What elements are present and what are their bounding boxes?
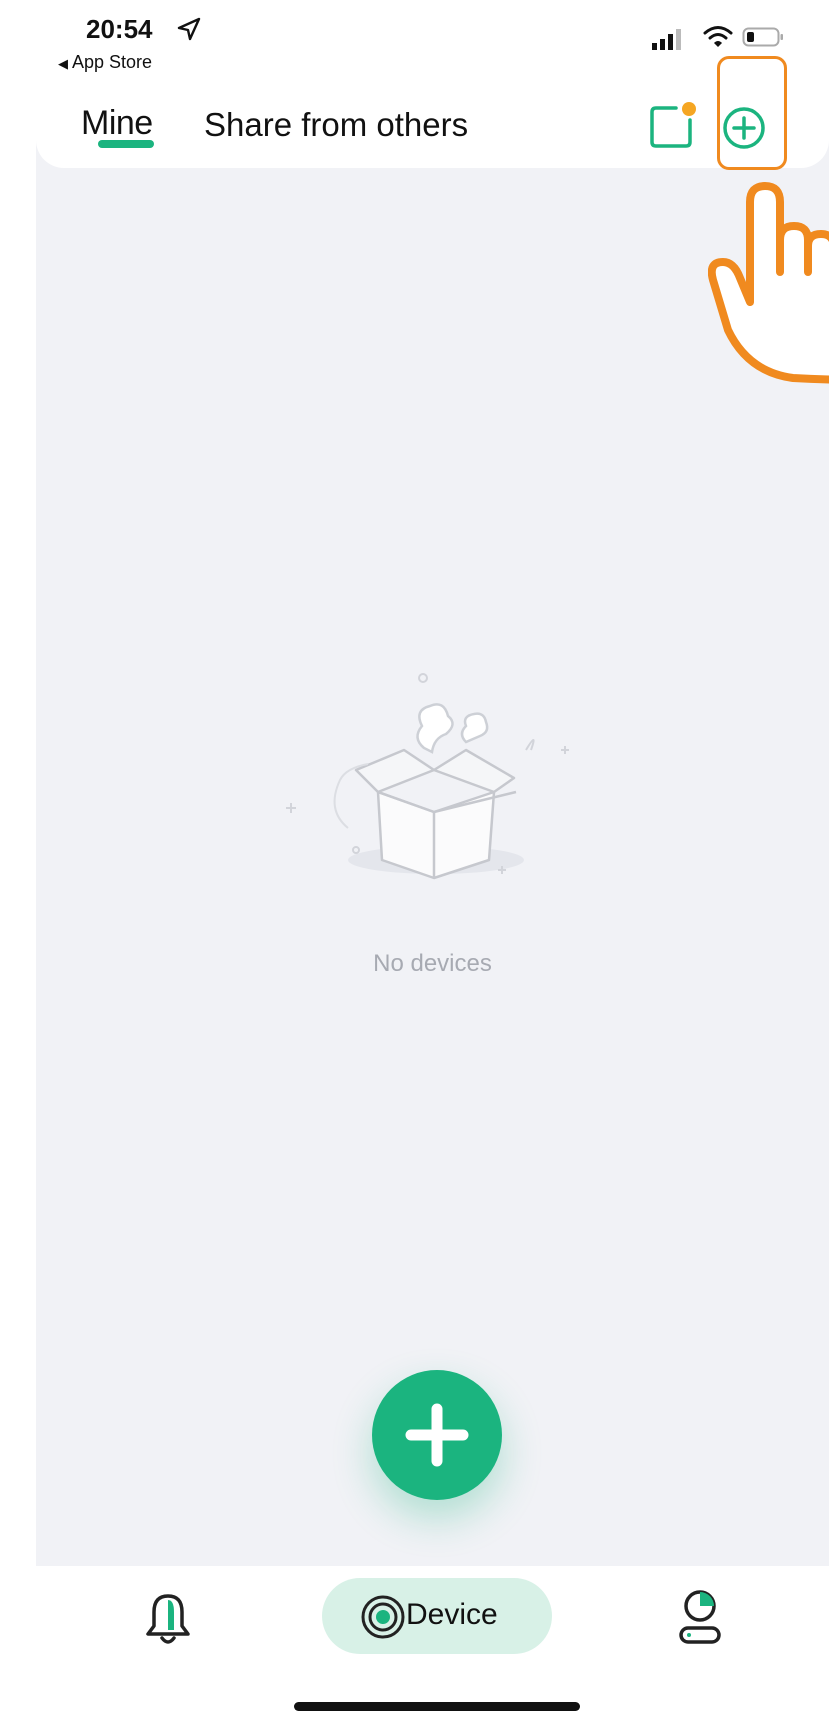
status-time: 20:54 <box>86 14 153 44</box>
back-to-app-store[interactable]: ◀ App Store <box>58 52 152 73</box>
home-indicator <box>294 1702 580 1711</box>
nav-device-label: Device <box>406 1598 498 1631</box>
add-button-highlight <box>717 56 787 170</box>
bell-icon[interactable] <box>144 1592 192 1646</box>
cellular-signal-icon <box>652 29 681 50</box>
profile-icon[interactable] <box>677 1588 723 1646</box>
status-bar: 20:54 ◀ App Store <box>36 0 829 82</box>
tab-mine[interactable]: Mine <box>81 104 153 143</box>
back-app-label: App Store <box>72 52 153 72</box>
top-header: Mine Share from others <box>36 82 829 168</box>
hand-pointer-icon <box>708 182 829 384</box>
wifi-icon <box>703 26 733 47</box>
nav-item-device[interactable]: Device <box>322 1578 552 1654</box>
battery-icon <box>742 27 783 47</box>
empty-box-icon <box>286 673 569 880</box>
location-arrow-icon <box>177 17 201 41</box>
tab-mine-indicator <box>98 140 154 148</box>
app-screen: 20:54 ◀ App Store Mine Share from others <box>36 0 829 1716</box>
scan-icon[interactable] <box>646 100 698 152</box>
tab-share-from-others[interactable]: Share from others <box>204 106 468 144</box>
bottom-nav: Device <box>36 1566 829 1716</box>
device-icon <box>361 1595 405 1639</box>
add-device-fab[interactable] <box>372 1370 502 1500</box>
back-triangle-icon: ◀ <box>58 56 68 71</box>
plus-icon <box>405 1403 469 1467</box>
empty-state-message: No devices <box>373 950 492 977</box>
